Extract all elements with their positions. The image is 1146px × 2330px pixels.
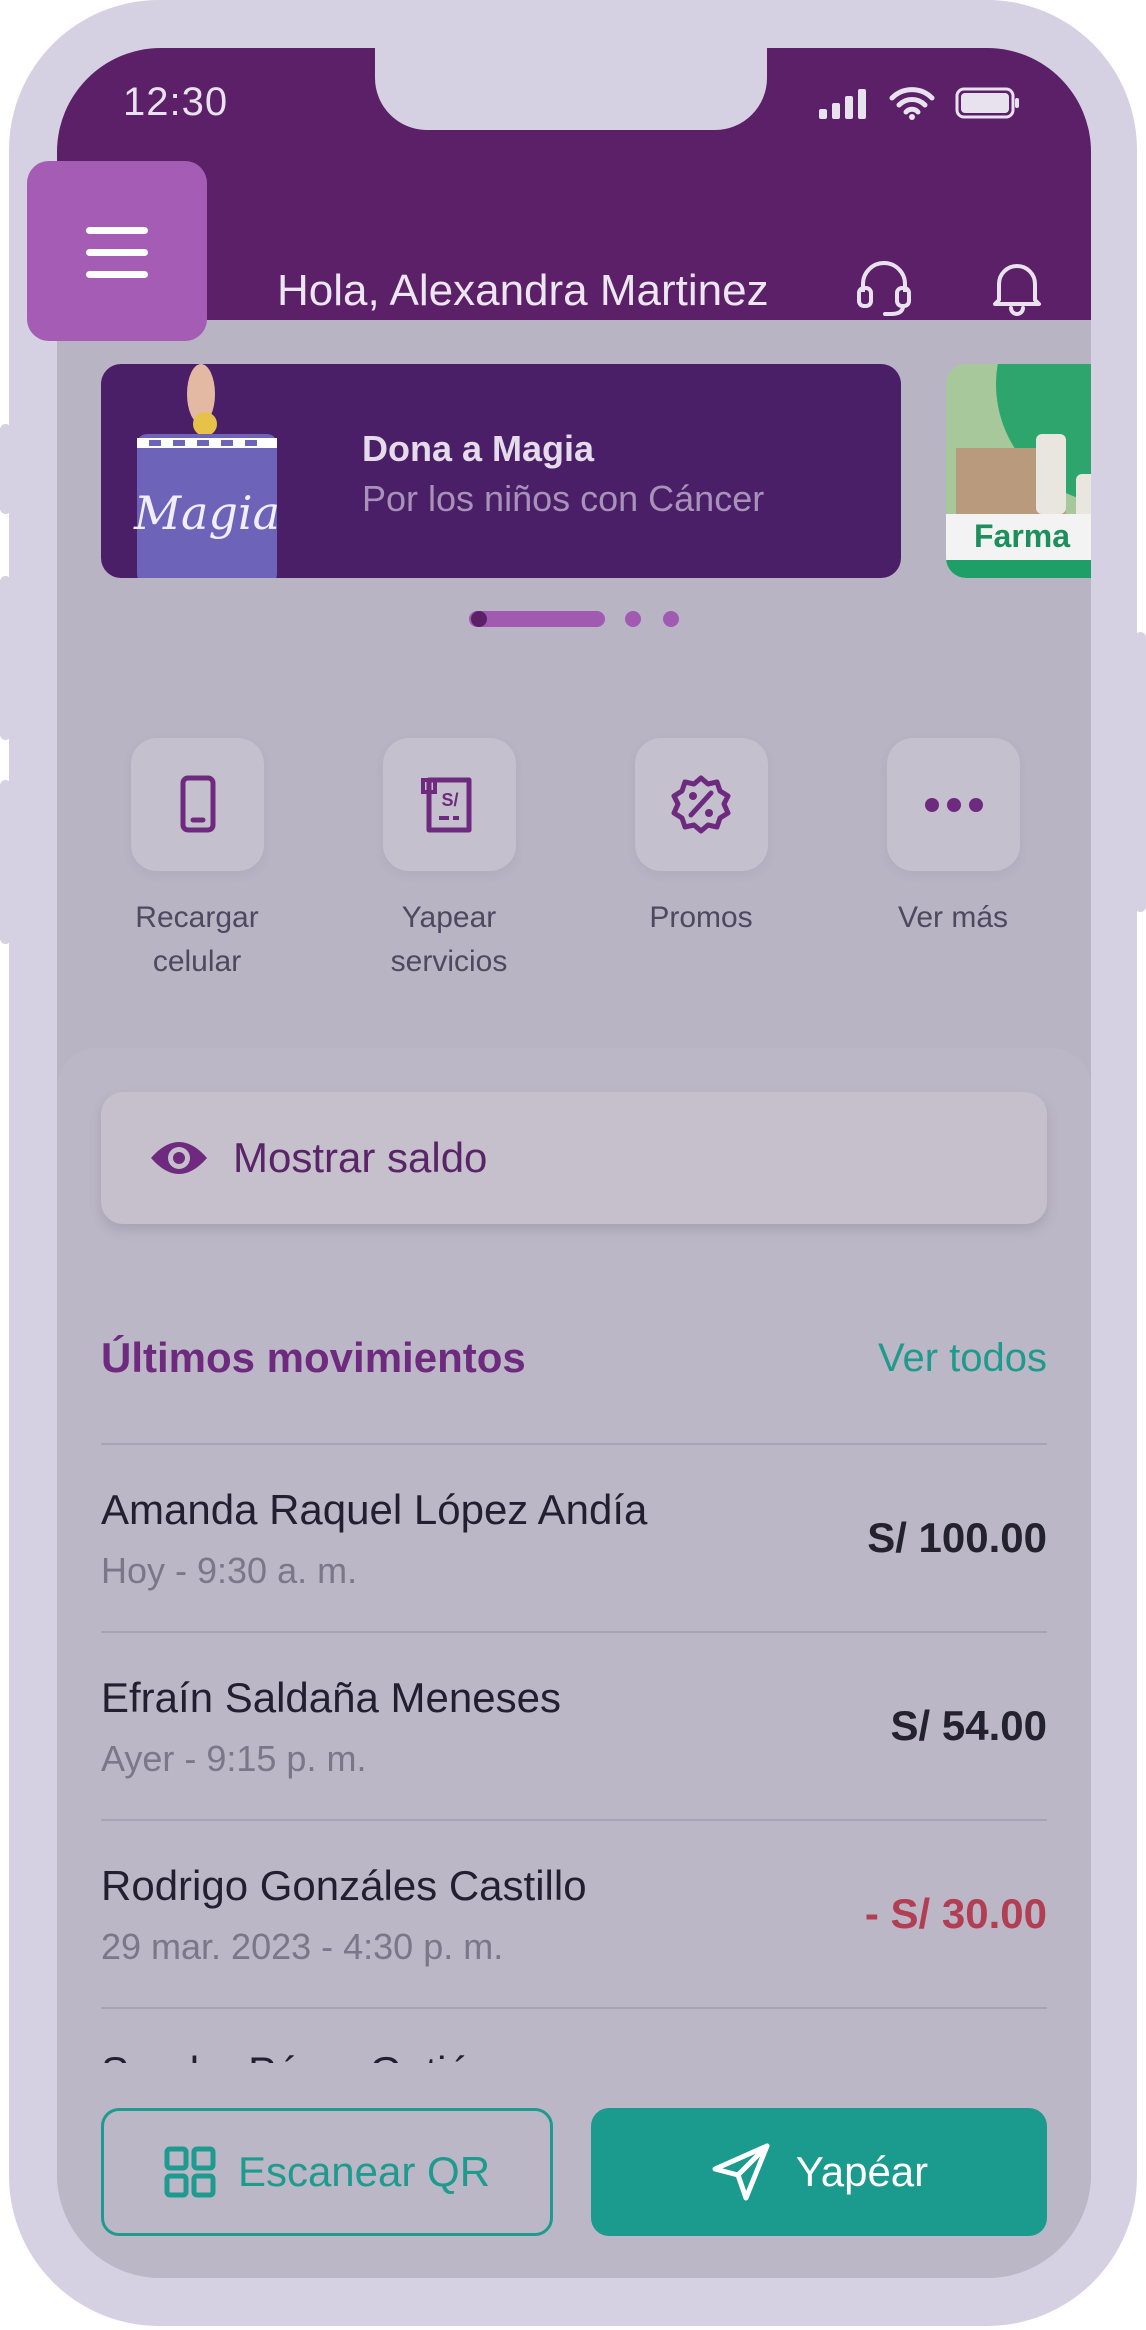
- menu-button[interactable]: [27, 161, 207, 341]
- transaction-name: Efraín Saldaña Meneses: [101, 1674, 561, 1721]
- pay-services-button[interactable]: S/: [383, 738, 516, 871]
- phone-volume-up-button: [0, 576, 11, 740]
- yapear-button[interactable]: Yapéar: [591, 2108, 1047, 2236]
- divider: [101, 1819, 1047, 1821]
- divider: [101, 2007, 1047, 2009]
- recharge-phone-button[interactable]: [131, 738, 264, 871]
- view-all-link[interactable]: Ver todos: [878, 1336, 1047, 1381]
- notification-bell-icon[interactable]: [987, 256, 1047, 318]
- transaction-name: Rodrigo Gonzáles Castillo: [101, 1862, 587, 1909]
- app-screen: 12:30 Hola, Alexandra Martinez Magia Don…: [57, 48, 1091, 2278]
- transaction-amount: S/ 100.00: [867, 1514, 1047, 1561]
- transaction-amount: S/ 54.00: [890, 1702, 1047, 1749]
- more-dots-icon: [925, 798, 983, 812]
- phone-side-button: [0, 424, 11, 514]
- transaction-date: Ayer - 9:15 p. m.: [101, 1738, 367, 1779]
- pay-services-label: Yapear servicios: [390, 901, 508, 978]
- wifi-icon: [889, 87, 935, 120]
- pharmacy-banner-image: Farma: [946, 364, 1091, 578]
- scan-qr-label: Escanear QR: [237, 2148, 491, 2195]
- hamburger-icon-bar: [86, 271, 148, 278]
- phone-power-button: [1135, 632, 1146, 912]
- support-headset-icon[interactable]: [853, 256, 915, 318]
- phone-icon: [180, 775, 216, 833]
- more-options-label: Ver más: [897, 901, 1009, 934]
- donation-banner[interactable]: Magia Dona a Magia Por los niños con Cán…: [101, 364, 901, 578]
- banner-title: Dona a Magia: [362, 428, 595, 469]
- svg-text:Magia: Magia: [133, 486, 280, 540]
- svg-text:S/: S/: [441, 790, 458, 810]
- donation-can-image: Magia: [133, 364, 280, 578]
- divider: [101, 1631, 1047, 1633]
- pharmacy-banner[interactable]: Farma: [946, 364, 1091, 578]
- divider: [101, 1443, 1047, 1445]
- phone-notch: [375, 48, 767, 130]
- yapear-label: Yapéar: [795, 2148, 929, 2195]
- greeting-text: Hola, Alexandra Martinez: [277, 266, 769, 315]
- banner-subtitle: Por los niños con Cáncer: [362, 478, 765, 519]
- eye-icon: [151, 1142, 207, 1174]
- qr-code-icon: [164, 2146, 216, 2198]
- svg-text:Farma: Farma: [974, 518, 1070, 554]
- hamburger-icon-bar: [86, 249, 148, 256]
- transaction-amount-negative: - S/ 30.00: [864, 1890, 1047, 1937]
- discount-badge-icon: [671, 775, 731, 834]
- transaction-date: 29 mar. 2023 - 4:30 p. m.: [101, 1926, 504, 1967]
- receipt-icon: S/: [421, 777, 472, 833]
- carousel-indicator[interactable]: [469, 609, 689, 629]
- battery-icon: [955, 87, 1019, 119]
- recharge-phone-label: Recargar celular: [135, 901, 259, 978]
- hamburger-icon-bar: [86, 227, 148, 234]
- status-time: 12:30: [123, 80, 229, 124]
- movements-title: Últimos movimientos: [101, 1334, 526, 1381]
- phone-volume-down-button: [0, 780, 11, 944]
- transaction-name: Amanda Raquel López Andía: [101, 1486, 648, 1533]
- show-balance-button[interactable]: Mostrar saldo: [101, 1092, 1047, 1224]
- promos-button[interactable]: [635, 738, 768, 871]
- scan-qr-button[interactable]: Escanear QR: [101, 2108, 553, 2236]
- transaction-date: Hoy - 9:30 a. m.: [101, 1550, 358, 1591]
- status-icons: [817, 86, 1021, 120]
- more-options-button[interactable]: [887, 738, 1020, 871]
- promos-label: Promos: [649, 901, 753, 934]
- signal-icon: [819, 89, 866, 119]
- show-balance-label: Mostrar saldo: [233, 1134, 488, 1181]
- send-paper-plane-icon: [712, 2143, 770, 2201]
